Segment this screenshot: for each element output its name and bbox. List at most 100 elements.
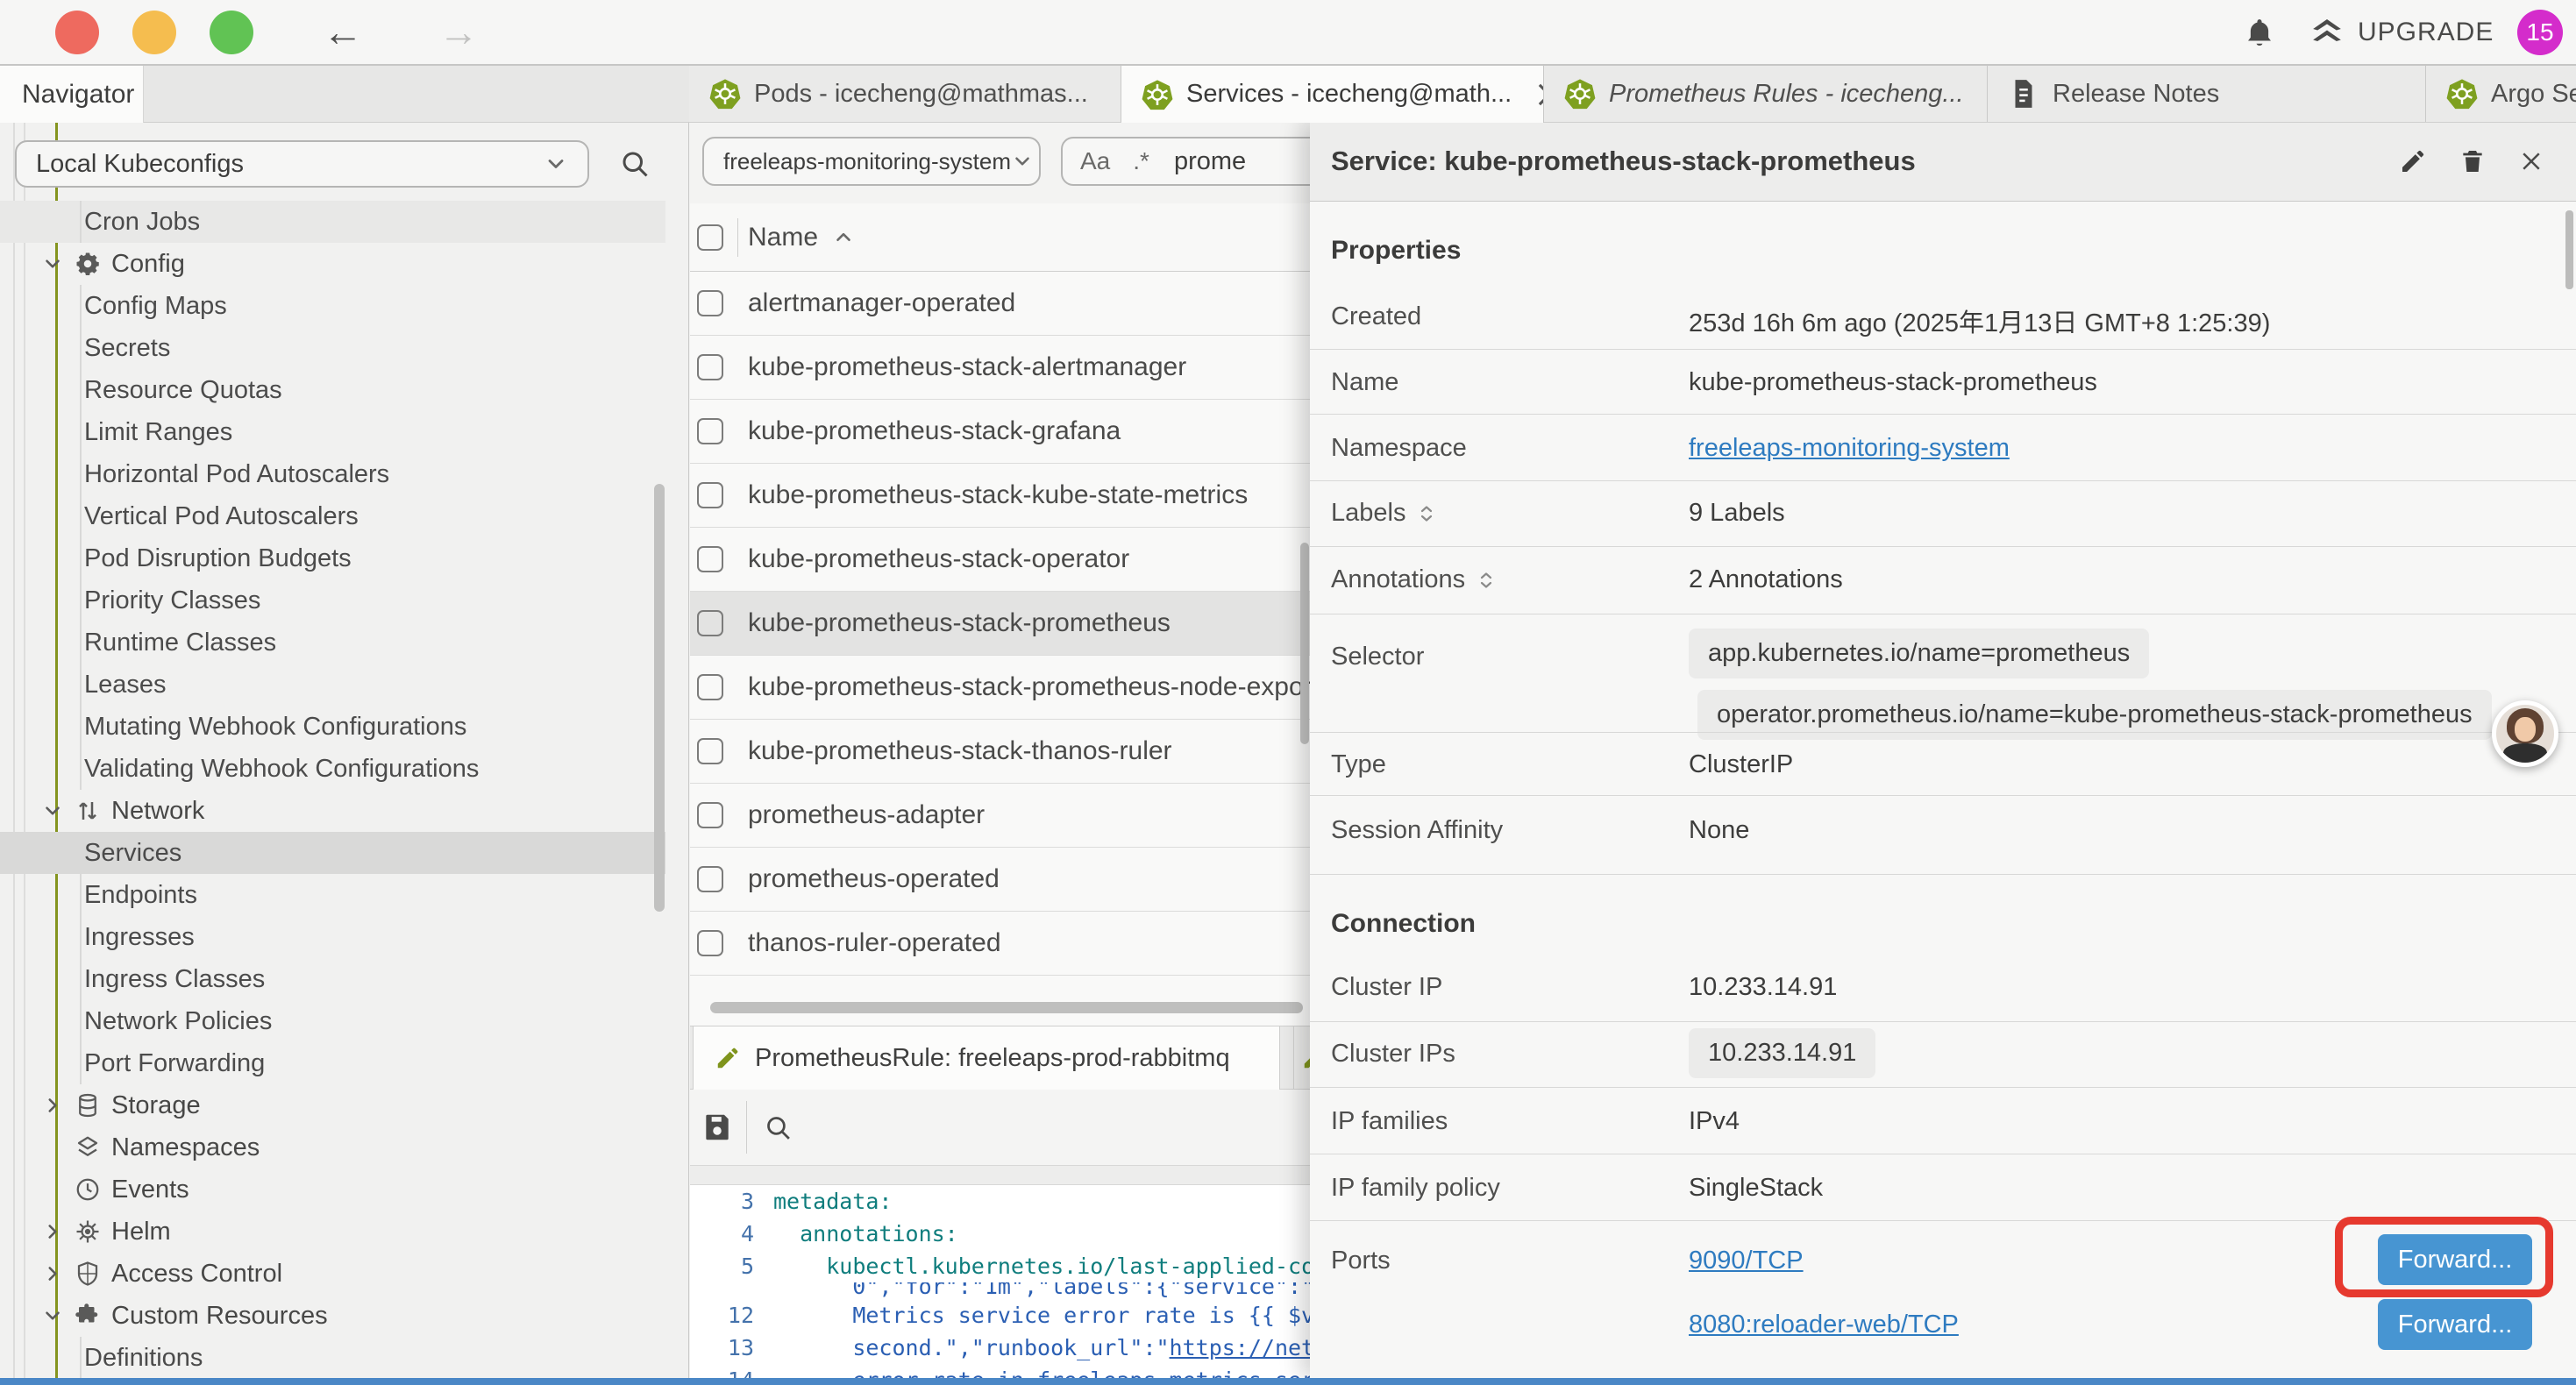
name-column-header[interactable]: Name	[748, 223, 818, 252]
table-row-kube-prometheus-stack-prometheus-node-exporter[interactable]: kube-prometheus-stack-prometheus-node-ex…	[690, 656, 1310, 720]
bell-icon[interactable]	[2243, 16, 2276, 51]
namespace-selector[interactable]: freeleaps-monitoring-system	[702, 137, 1041, 186]
editor-tab-next[interactable]	[1293, 1026, 1310, 1090]
row-checkbox[interactable]	[697, 930, 723, 956]
chevDown-icon	[41, 1304, 64, 1327]
upgrade-chevrons-icon	[2309, 15, 2345, 50]
minimize-window-button[interactable]	[132, 11, 176, 54]
sidebar-item-leases[interactable]: Leases	[0, 664, 665, 706]
tab-services[interactable]: Services - icecheng@math...	[1121, 66, 1544, 123]
detail-scrollbar[interactable]	[2565, 210, 2573, 289]
sidebar-items: Cron Jobs Config Config Maps Secrets Res…	[0, 201, 665, 1378]
sidebar-item-helm[interactable]: Helm	[0, 1211, 665, 1253]
sidebar-item-access-control[interactable]: Access Control	[0, 1253, 665, 1295]
notification-count-badge[interactable]: 15	[2517, 10, 2563, 55]
sidebar-item-runtime-classes[interactable]: Runtime Classes	[0, 621, 665, 664]
upgrade-button[interactable]: UPGRADE	[2309, 0, 2494, 64]
sidebar-item-ingresses[interactable]: Ingresses	[0, 916, 665, 958]
assistant-avatar[interactable]	[2492, 700, 2558, 767]
editor-tab-prometheusrule[interactable]: PrometheusRule: freeleaps-prod-rabbitmq	[693, 1026, 1280, 1090]
tab-argo[interactable]: Argo Se	[2426, 66, 2576, 122]
list-horizontal-scrollbar[interactable]	[710, 1002, 1303, 1013]
search-icon[interactable]	[619, 148, 651, 180]
close-icon[interactable]	[2518, 148, 2544, 174]
sidebar-item-services[interactable]: Services	[0, 832, 665, 874]
tab-navigator[interactable]: Navigator	[0, 66, 144, 123]
save-icon[interactable]	[701, 1111, 734, 1144]
table-row-kube-prometheus-stack-thanos-ruler[interactable]: kube-prometheus-stack-thanos-ruler	[690, 720, 1310, 784]
row-checkbox[interactable]	[697, 610, 723, 636]
maximize-window-button[interactable]	[210, 11, 253, 54]
editor-collapsed-strip	[690, 1166, 1310, 1185]
table-row-prometheus-operated[interactable]: prometheus-operated	[690, 848, 1310, 912]
sidebar-item-limit-ranges[interactable]: Limit Ranges	[0, 411, 665, 453]
row-checkbox[interactable]	[697, 674, 723, 700]
yaml-editor[interactable]: 3 metadata: 4 annotations: 5 kubectl.kub…	[690, 1185, 1310, 1378]
namespace-link[interactable]: freeleaps-monitoring-system	[1689, 434, 2010, 463]
table-row-kube-prometheus-stack-kube-state-metrics[interactable]: kube-prometheus-stack-kube-state-metrics	[690, 464, 1310, 528]
table-row-thanos-ruler-operated[interactable]: thanos-ruler-operated	[690, 912, 1310, 976]
expand-collapse-icon[interactable]	[1476, 570, 1497, 591]
close-window-button[interactable]	[55, 11, 99, 54]
sidebar-item-validating-webhook-configurations[interactable]: Validating Webhook Configurations	[0, 748, 665, 790]
edit-icon[interactable]	[2399, 147, 2427, 175]
row-checkbox[interactable]	[697, 482, 723, 508]
sidebar-item-events[interactable]: Events	[0, 1168, 665, 1211]
forward-arrow-icon[interactable]: →	[438, 0, 479, 64]
tab-prometheus-rules[interactable]: Prometheus Rules - icecheng...	[1544, 66, 1988, 122]
kubeconfig-selector[interactable]: Local Kubeconfigs	[15, 140, 589, 188]
select-all-checkbox[interactable]	[697, 224, 723, 251]
sidebar-item-priority-classes[interactable]: Priority Classes	[0, 579, 665, 621]
sidebar-item-resource-quotas[interactable]: Resource Quotas	[0, 369, 665, 411]
forward-button[interactable]: Forward...	[2378, 1299, 2532, 1350]
filter-input[interactable]	[1172, 146, 1290, 177]
tab-pods[interactable]: Pods - icecheng@mathmas...	[689, 66, 1121, 122]
sidebar-item-secrets[interactable]: Secrets	[0, 327, 665, 369]
editor-search-icon[interactable]	[764, 1113, 793, 1142]
match-case-toggle[interactable]: Aa	[1080, 147, 1110, 175]
table-row-kube-prometheus-stack-alertmanager[interactable]: kube-prometheus-stack-alertmanager	[690, 336, 1310, 400]
sidebar-item-definitions[interactable]: Definitions	[0, 1337, 665, 1378]
list-vertical-scrollbar[interactable]	[1300, 543, 1309, 744]
sidebar-item-config[interactable]: Config	[0, 243, 665, 285]
table-row-kube-prometheus-stack-operator[interactable]: kube-prometheus-stack-operator	[690, 528, 1310, 592]
kubernetes-icon	[2445, 77, 2479, 110]
port-link-9090[interactable]: 9090/TCP	[1689, 1246, 1804, 1275]
ip-families-value: IPv4	[1689, 1107, 1740, 1136]
sort-ascending-icon[interactable]	[832, 226, 855, 249]
row-checkbox[interactable]	[697, 546, 723, 572]
row-checkbox[interactable]	[697, 354, 723, 380]
tab-release-notes[interactable]: Release Notes	[1988, 66, 2426, 122]
sidebar-item-pod-disruption-budgets[interactable]: Pod Disruption Budgets	[0, 537, 665, 579]
table-row-kube-prometheus-stack-prometheus[interactable]: kube-prometheus-stack-prometheus	[690, 592, 1310, 656]
sidebar-item-storage[interactable]: Storage	[0, 1084, 665, 1126]
table-row-kube-prometheus-stack-grafana[interactable]: kube-prometheus-stack-grafana	[690, 400, 1310, 464]
row-checkbox[interactable]	[697, 738, 723, 764]
sidebar-item-endpoints[interactable]: Endpoints	[0, 874, 665, 916]
row-checkbox[interactable]	[697, 866, 723, 892]
close-tab-icon[interactable]	[1533, 78, 1544, 111]
sidebar-item-namespaces[interactable]: Namespaces	[0, 1126, 665, 1168]
sidebar-scrollbar[interactable]	[654, 484, 665, 912]
delete-icon[interactable]	[2459, 147, 2487, 175]
back-arrow-icon[interactable]: ←	[323, 0, 363, 64]
sidebar-item-network[interactable]: Network	[0, 790, 665, 832]
sidebar-item-custom-resources[interactable]: Custom Resources	[0, 1295, 665, 1337]
expand-collapse-icon[interactable]	[1416, 503, 1437, 524]
sidebar-item-vertical-pod-autoscalers[interactable]: Vertical Pod Autoscalers	[0, 495, 665, 537]
sidebar-item-ingress-classes[interactable]: Ingress Classes	[0, 958, 665, 1000]
sidebar-item-mutating-webhook-configurations[interactable]: Mutating Webhook Configurations	[0, 706, 665, 748]
sidebar-item-cron-jobs[interactable]: Cron Jobs	[0, 201, 665, 243]
table-row-prometheus-adapter[interactable]: prometheus-adapter	[690, 784, 1310, 848]
sidebar-item-network-policies[interactable]: Network Policies	[0, 1000, 665, 1042]
row-checkbox[interactable]	[697, 290, 723, 316]
row-checkbox[interactable]	[697, 802, 723, 828]
port-link-8080[interactable]: 8080:reloader-web/TCP	[1689, 1310, 1959, 1339]
sidebar-item-config-maps[interactable]: Config Maps	[0, 285, 665, 327]
ip-families-label: IP families	[1331, 1107, 1448, 1136]
table-row-alertmanager-operated[interactable]: alertmanager-operated	[690, 272, 1310, 336]
row-checkbox[interactable]	[697, 418, 723, 444]
sidebar-item-port-forwarding[interactable]: Port Forwarding	[0, 1042, 665, 1084]
sidebar-item-horizontal-pod-autoscalers[interactable]: Horizontal Pod Autoscalers	[0, 453, 665, 495]
regex-toggle[interactable]: .*	[1133, 147, 1149, 175]
